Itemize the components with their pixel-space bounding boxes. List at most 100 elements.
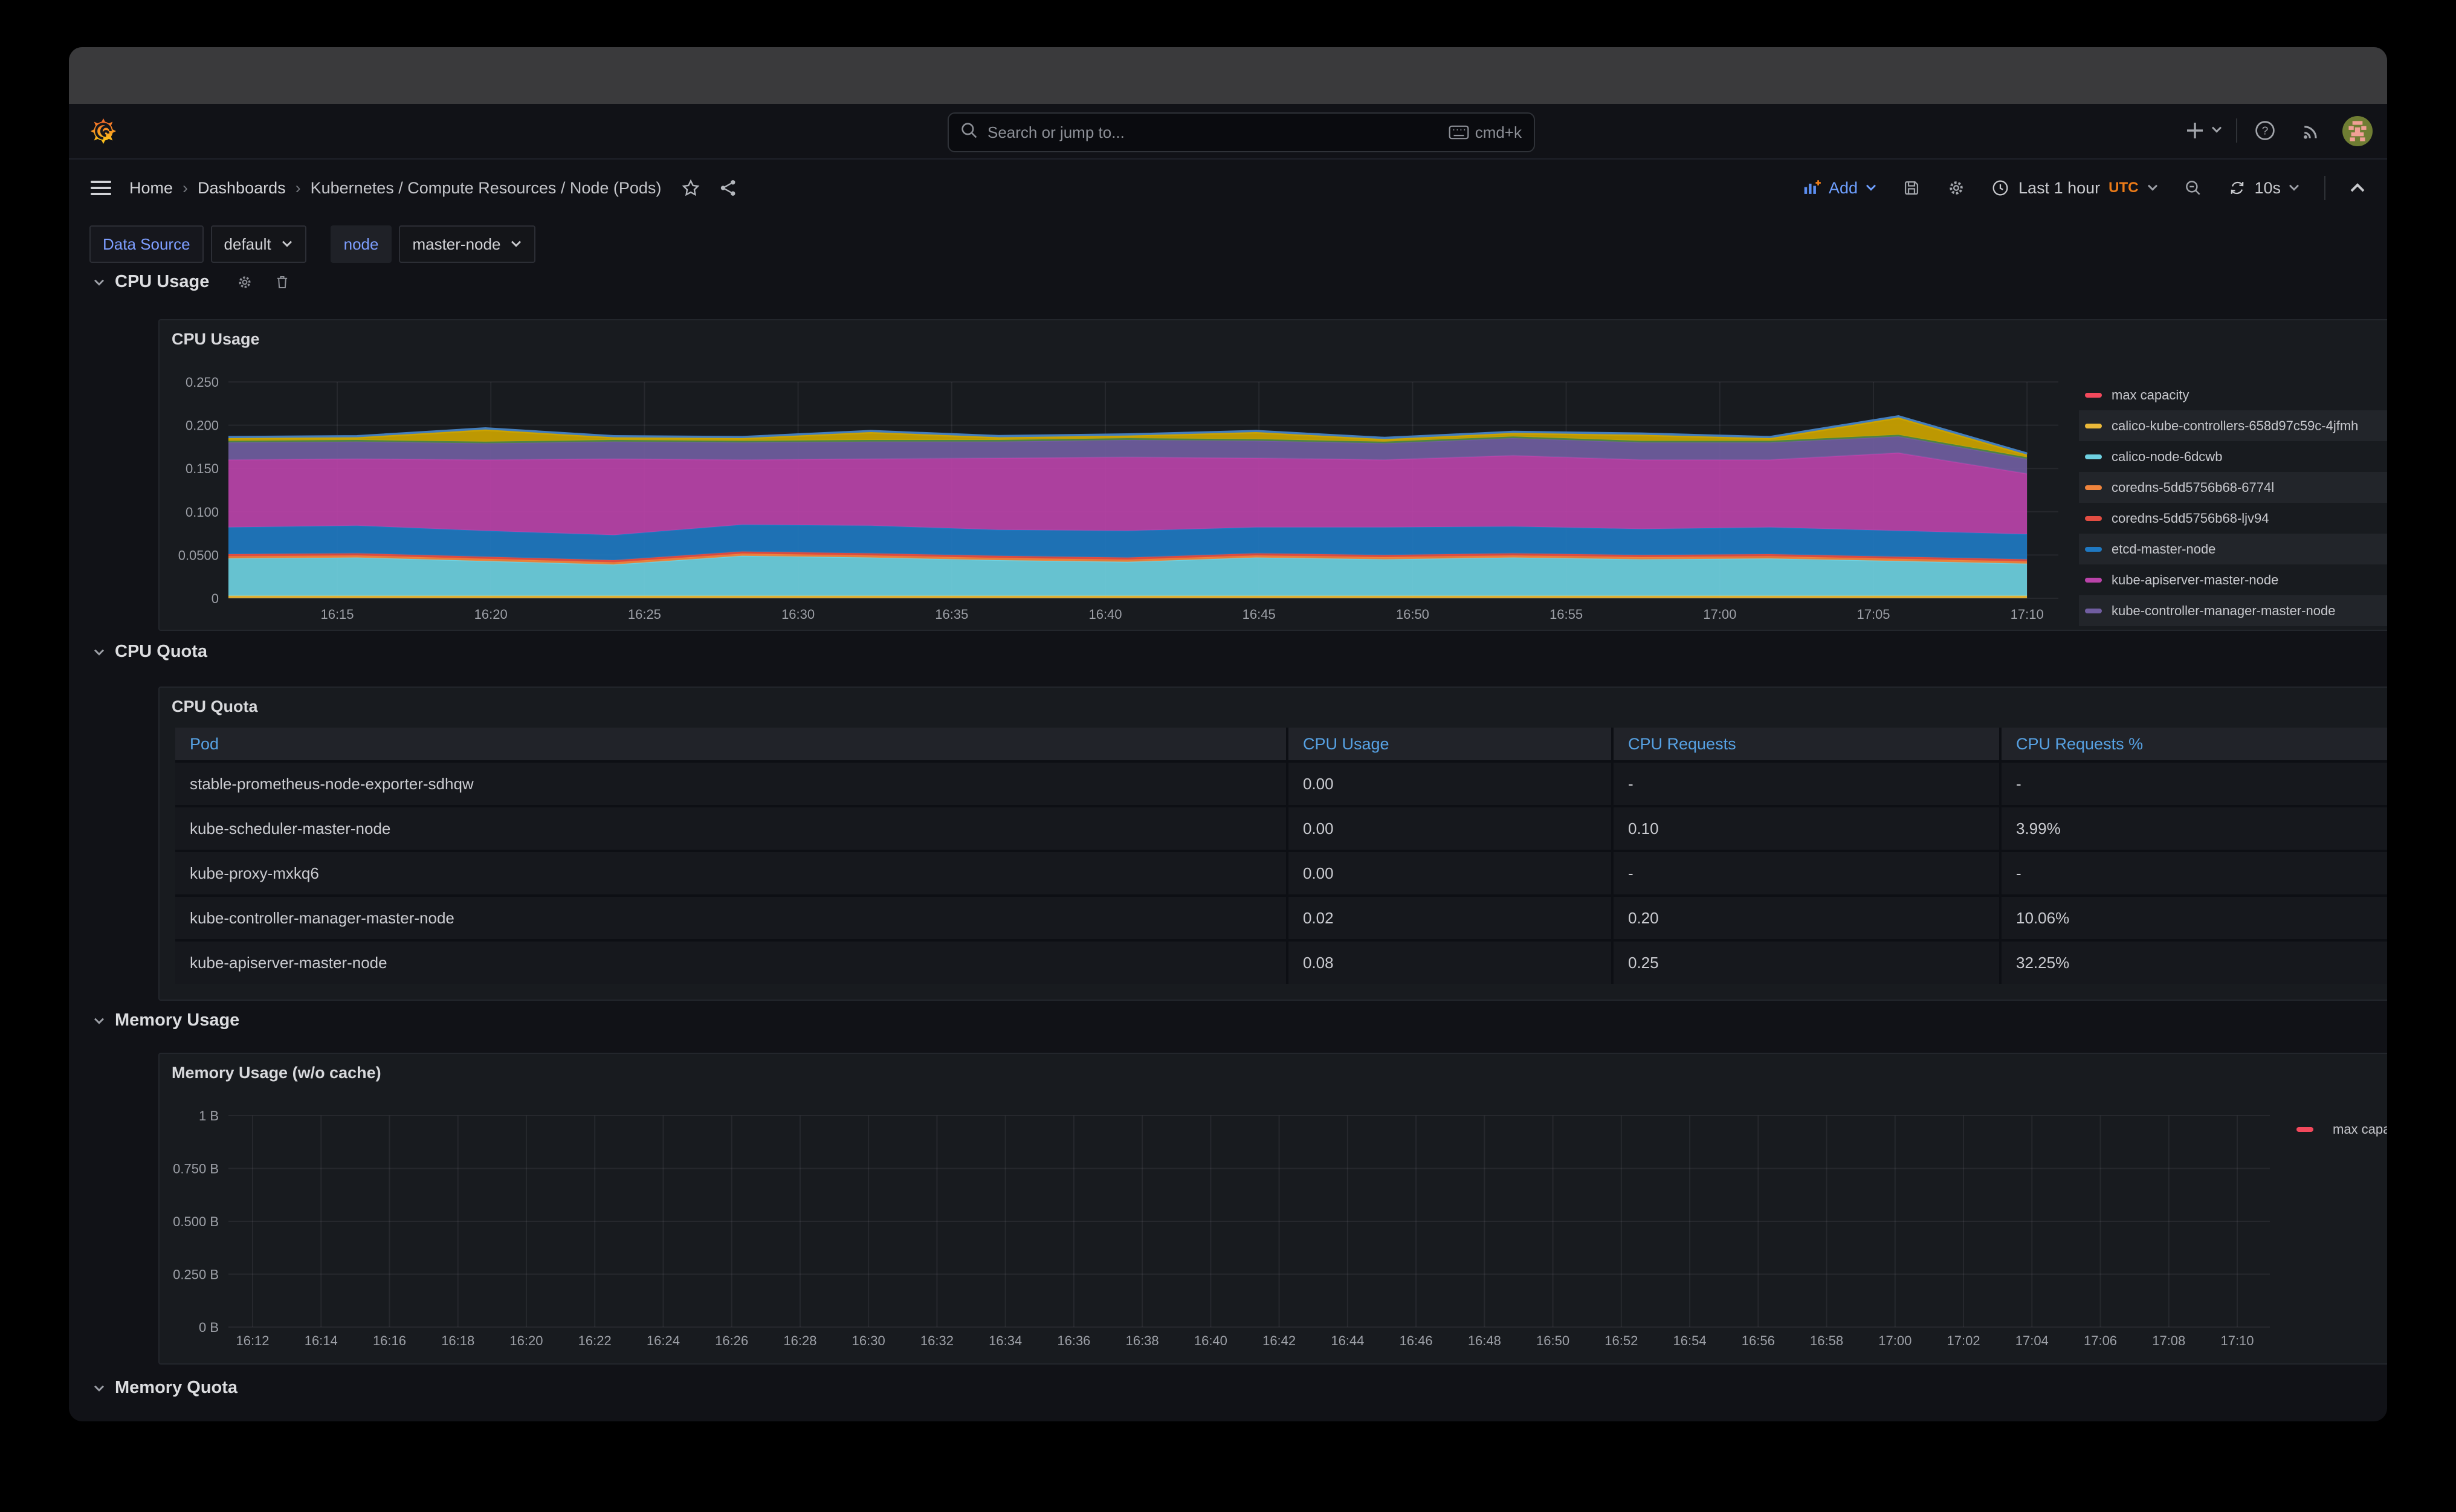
row-settings-gear-icon[interactable] bbox=[236, 273, 254, 291]
variable-value-datasource[interactable]: default bbox=[210, 225, 306, 263]
x-axis-tick: 16:40 bbox=[1088, 607, 1122, 622]
y-axis-tick: 0.250 bbox=[186, 375, 219, 390]
table-cell: 0.00 bbox=[1288, 852, 1611, 894]
x-axis-tick: 16:20 bbox=[509, 1333, 543, 1348]
x-axis-tick: 17:04 bbox=[2015, 1333, 2049, 1348]
menu-hamburger-icon[interactable] bbox=[91, 179, 111, 196]
row-header-memory-quota[interactable]: Memory Quota bbox=[93, 1378, 238, 1398]
table-header-cell[interactable]: Pod bbox=[175, 728, 1286, 760]
table-cell: 0.00 bbox=[1288, 763, 1611, 805]
x-axis-tick: 16:24 bbox=[647, 1333, 680, 1348]
save-dashboard-icon[interactable] bbox=[1901, 178, 1922, 198]
grafana-logo[interactable] bbox=[89, 117, 117, 150]
legend-item[interactable]: kube-controller-manager-master-node bbox=[2079, 595, 2387, 626]
browser-toolbar: grafana.hagn.network A bbox=[69, 47, 2387, 144]
table-cell: kube-scheduler-master-node bbox=[175, 807, 1286, 850]
news-rss-icon[interactable] bbox=[2300, 120, 2322, 141]
x-axis-tick: 16:55 bbox=[1550, 607, 1583, 622]
table-cell: kube-controller-manager-master-node bbox=[175, 897, 1286, 939]
chevron-down-icon[interactable] bbox=[2211, 126, 2223, 134]
x-axis-tick: 16:58 bbox=[1810, 1333, 1843, 1348]
x-axis-tick: 17:05 bbox=[1857, 607, 1890, 622]
screen: grafana.hagn.network A bbox=[0, 0, 2456, 1512]
x-axis-tick: 16:46 bbox=[1400, 1333, 1433, 1348]
x-axis-tick: 17:08 bbox=[2152, 1333, 2185, 1348]
legend-item[interactable]: calico-node-6dcwb bbox=[2079, 441, 2387, 472]
cpu-quota-table: Pod CPU Usage CPU Requests CPU Requests % st… bbox=[175, 728, 2387, 984]
variable-label-node[interactable]: node bbox=[330, 225, 392, 263]
row-header-cpu-usage[interactable]: CPU Usage bbox=[93, 272, 291, 292]
table-header-cell[interactable]: CPU Requests bbox=[1614, 728, 1999, 760]
memory-usage-legend[interactable]: max capacity bbox=[2296, 1122, 2387, 1137]
x-axis-tick: 17:10 bbox=[2220, 1333, 2254, 1348]
variable-label-datasource[interactable]: Data Source bbox=[89, 225, 204, 263]
refresh-picker[interactable]: 10s bbox=[2228, 178, 2300, 198]
legend-item-label: coredns-5dd5756b68-ljv94 bbox=[2112, 510, 2269, 526]
legend-item-label: max capacity bbox=[2333, 1122, 2387, 1137]
legend-color-pill bbox=[2085, 454, 2102, 459]
favorite-star-icon[interactable] bbox=[680, 178, 701, 198]
help-icon[interactable]: ? bbox=[2254, 120, 2276, 141]
zoom-out-time-icon[interactable] bbox=[2183, 178, 2203, 198]
panel-memory-usage: Memory Usage (w/o cache) 0 B 0.250 B 0.500… bbox=[158, 1053, 2387, 1365]
table-cell: 0.08 bbox=[1288, 942, 1611, 984]
legend-item[interactable]: kube-apiserver-master-node bbox=[2079, 564, 2387, 595]
grafana-header: Search or jump to... cmd+k ? bbox=[69, 104, 2387, 160]
y-axis-tick: 0.100 bbox=[186, 505, 219, 520]
cpu-usage-chart[interactable]: 0 0.0500 0.100 0.150 0.200 0.250 16:15 16:20 16:… bbox=[160, 320, 2387, 630]
breadcrumb-current: Kubernetes / Compute Resources / Node (P… bbox=[310, 178, 662, 197]
x-axis-tick: 16:34 bbox=[989, 1333, 1022, 1348]
panel-title[interactable]: Memory Usage (w/o cache) bbox=[172, 1064, 381, 1082]
x-axis-tick: 16:40 bbox=[1194, 1333, 1227, 1348]
y-axis-tick: 0 B bbox=[199, 1320, 219, 1335]
table-cell: 0.02 bbox=[1288, 897, 1611, 939]
x-axis-tick: 16:44 bbox=[1331, 1333, 1364, 1348]
panel-title[interactable]: CPU Quota bbox=[172, 697, 258, 716]
collapse-toolbar-chevron-up-icon[interactable] bbox=[2350, 183, 2365, 193]
add-button[interactable]: Add bbox=[1801, 178, 1877, 198]
search-shortcut: cmd+k bbox=[1449, 123, 1522, 142]
legend-color-pill bbox=[2085, 515, 2102, 521]
panel-title[interactable]: CPU Usage bbox=[172, 330, 260, 349]
legend-item[interactable]: etcd-master-node bbox=[2079, 534, 2387, 564]
table-cell: 32.25% bbox=[2002, 942, 2387, 984]
x-axis-tick: 16:48 bbox=[1468, 1333, 1501, 1348]
legend-color-pill bbox=[2085, 608, 2102, 613]
row-header-memory-usage[interactable]: Memory Usage bbox=[93, 1010, 239, 1030]
timezone-label: UTC bbox=[2109, 179, 2139, 196]
x-axis-tick: 16:52 bbox=[1604, 1333, 1638, 1348]
avatar[interactable] bbox=[2342, 116, 2373, 151]
x-axis-tick: 17:00 bbox=[1878, 1333, 1911, 1348]
safari-window: grafana.hagn.network A bbox=[69, 47, 2387, 1421]
cpu-usage-legend: max capacity calico-kube-controllers-658d… bbox=[2079, 380, 2387, 626]
x-axis-tick: 16:22 bbox=[578, 1333, 612, 1348]
variable-value-node[interactable]: master-node bbox=[399, 225, 536, 263]
legend-item[interactable]: calico-kube-controllers-658d97c59c-4jfmh bbox=[2079, 410, 2387, 441]
legend-item-label: calico-node-6dcwb bbox=[2112, 448, 2223, 464]
x-axis-tick: 17:02 bbox=[1947, 1333, 1980, 1348]
new-dashboard-plus-icon[interactable] bbox=[2184, 120, 2206, 141]
row-header-cpu-quota[interactable]: CPU Quota bbox=[93, 642, 207, 662]
memory-usage-chart[interactable]: 0 B 0.250 B 0.500 B 0.750 B 1 B 16:12 16:14 16:… bbox=[160, 1054, 2387, 1363]
legend-color-pill bbox=[2085, 485, 2102, 490]
table-cell: - bbox=[1614, 852, 1999, 894]
table-header-cell[interactable]: CPU Usage bbox=[1288, 728, 1611, 760]
legend-item[interactable]: coredns-5dd5756b68-6774l bbox=[2079, 472, 2387, 503]
table-header-cell[interactable]: CPU Requests % bbox=[2002, 728, 2387, 760]
y-axis-tick: 0.0500 bbox=[178, 548, 219, 563]
legend-item-label: calico-kube-controllers-658d97c59c-4jfmh bbox=[2112, 418, 2359, 433]
search-input[interactable]: Search or jump to... cmd+k bbox=[948, 112, 1535, 152]
breadcrumb-home[interactable]: Home bbox=[129, 179, 173, 198]
row-delete-trash-icon[interactable] bbox=[273, 273, 291, 291]
dashboard-settings-gear-icon[interactable] bbox=[1946, 178, 1966, 198]
variables-row: Data Source default node master-node bbox=[89, 225, 536, 263]
time-range-picker[interactable]: Last 1 hour UTC bbox=[1991, 178, 2159, 198]
legend-item[interactable]: max capacity bbox=[2079, 380, 2387, 410]
refresh-interval-label: 10s bbox=[2254, 178, 2281, 197]
panel-cpu-usage: CPU Usage 0 0.0500 0.100 0.150 0.200 0.250 16:… bbox=[158, 319, 2387, 631]
share-dashboard-icon[interactable] bbox=[718, 178, 738, 198]
legend-item[interactable]: coredns-5dd5756b68-ljv94 bbox=[2079, 503, 2387, 534]
x-axis-tick: 16:36 bbox=[1057, 1333, 1090, 1348]
breadcrumb-separator: › bbox=[183, 178, 189, 197]
breadcrumb-dashboards[interactable]: Dashboards bbox=[198, 179, 286, 198]
